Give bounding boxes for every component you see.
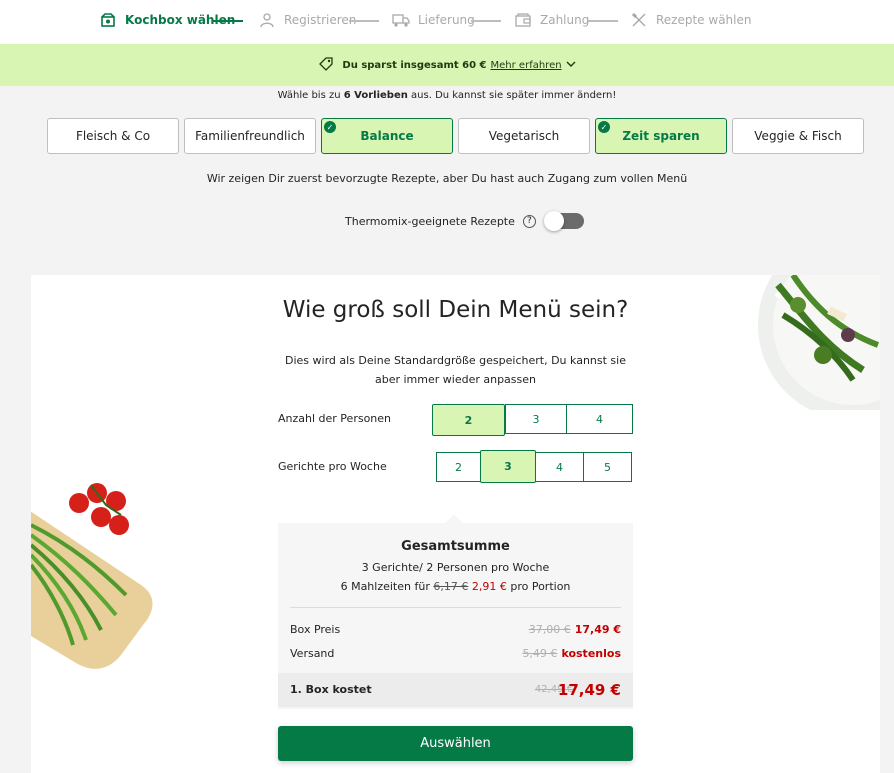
thermomix-toggle[interactable] (543, 211, 584, 231)
thermomix-row: Thermomix-geeignete Rezepte ? (345, 211, 584, 231)
menu-description: Dies wird als Deine Standardgröße gespei… (285, 354, 626, 386)
step-connector (471, 20, 501, 22)
option-label: 4 (556, 460, 563, 474)
shipping-label: Versand (290, 647, 335, 660)
total-row: 1. Box kostet 42,49 € 17,49 € (278, 673, 633, 707)
meals-option-4[interactable]: 4 (535, 452, 584, 482)
menu-size-card: Wie groß soll Dein Menü sein? Dies wird … (31, 275, 880, 773)
select-button[interactable]: Auswählen (278, 726, 633, 761)
step-registrieren: Registrieren (258, 11, 356, 29)
box-price-label: Box Preis (290, 623, 341, 636)
preferences-hint: Wähle bis zu 6 Vorlieben aus. Du kannst … (0, 90, 894, 101)
meals-label: Gerichte pro Woche (278, 460, 387, 473)
summary-line-1: 3 Gerichte/ 2 Personen pro Woche (361, 561, 550, 574)
option-label: 4 (596, 412, 603, 426)
pref-vegetarisch[interactable]: Vegetarisch (458, 118, 590, 154)
check-icon: ✓ (324, 121, 336, 133)
portion-suffix: pro Portion (506, 580, 571, 593)
pref-label: Familienfreundlich (195, 129, 305, 143)
pref-balance[interactable]: ✓ Balance (321, 118, 453, 154)
persons-option-3[interactable]: 3 (505, 404, 567, 434)
step-connector (588, 20, 618, 22)
portion-new-price: 2,91 € (471, 580, 507, 593)
persons-option-2[interactable]: 2 (432, 404, 505, 436)
step-label: Rezepte wählen (656, 13, 752, 27)
salad-plate-image (758, 275, 880, 410)
pref-familienfreundlich[interactable]: Familienfreundlich (184, 118, 316, 154)
meals-option-2[interactable]: 2 (436, 452, 481, 482)
help-icon[interactable]: ? (522, 214, 536, 228)
step-lieferung: Lieferung (392, 11, 475, 29)
meals-option-5[interactable]: 5 (583, 452, 632, 482)
box-icon (99, 11, 117, 29)
shipping-row: Versand 5,49 € kostenlos (290, 647, 621, 660)
option-label: 5 (604, 460, 611, 474)
preferences-subhint: Wir zeigen Dir zuerst bevorzugte Rezepte… (206, 172, 688, 185)
chevron-down-icon[interactable] (566, 60, 576, 71)
shipping-old-price: 5,49 € (522, 647, 558, 660)
option-label: 2 (464, 413, 473, 427)
option-label: 3 (532, 412, 540, 426)
price-summary: Gesamtsumme 3 Gerichte/ 2 Personen pro W… (278, 514, 633, 709)
pref-fleisch[interactable]: Fleisch & Co (47, 118, 179, 154)
user-icon (258, 11, 276, 29)
meals-option-3[interactable]: 3 (480, 450, 536, 483)
summary-title: Gesamtsumme (401, 539, 510, 554)
pref-label: Balance (360, 129, 414, 143)
green-beans-board-image (31, 483, 153, 669)
truck-icon (392, 11, 410, 29)
summary-notch (445, 514, 463, 532)
box-new-price: 17,49 € (574, 623, 621, 636)
pref-label: Veggie & Fisch (754, 129, 842, 143)
tag-icon (318, 56, 334, 75)
total-label: 1. Box kostet (290, 683, 372, 696)
check-icon: ✓ (598, 121, 610, 133)
hint-prefix: Wähle bis zu (277, 90, 344, 101)
pref-label: Zeit sparen (622, 129, 700, 143)
step-label: Zahlung (540, 13, 590, 27)
step-connector (213, 20, 243, 22)
option-label: 2 (455, 460, 462, 474)
persons-option-4[interactable]: 4 (566, 404, 633, 434)
step-label: Lieferung (418, 13, 475, 27)
portion-prefix: 6 Mahlzeiten für (340, 580, 434, 593)
box-old-price: 37,00 € (528, 623, 571, 636)
step-label: Registrieren (284, 13, 357, 27)
progress-stepper: Kochbox wählen Registrieren Lieferung Za… (0, 0, 894, 44)
step-connector (349, 20, 379, 22)
divider (290, 607, 621, 608)
hint-suffix: aus. Du kannst sie später immer ändern! (407, 90, 617, 101)
menu-title: Wie groß soll Dein Menü sein? (282, 297, 629, 323)
preference-chips: Fleisch & Co Familienfreundlich ✓ Balance… (47, 118, 864, 154)
cutlery-icon (630, 11, 648, 29)
toggle-knob (543, 211, 564, 231)
total-new-price: 17,49 € (557, 681, 621, 699)
thermomix-label: Thermomix-geeignete Rezepte (345, 214, 515, 228)
hint-bold: 6 Vorlieben (343, 90, 408, 101)
pref-label: Vegetarisch (488, 129, 560, 143)
promo-banner: Du sparst insgesamt 60 € Mehr erfahren (0, 44, 894, 86)
step-rezepte: Rezepte wählen (630, 11, 751, 29)
wallet-icon (514, 11, 532, 29)
step-zahlung: Zahlung (514, 11, 589, 29)
shipping-new-price: kostenlos (561, 647, 621, 660)
promo-text: Du sparst insgesamt 60 € (342, 59, 487, 71)
promo-more-link[interactable]: Mehr erfahren (491, 60, 562, 71)
pref-zeit-sparen[interactable]: ✓ Zeit sparen (595, 118, 727, 154)
pref-veggie-fisch[interactable]: Veggie & Fisch (732, 118, 864, 154)
option-label: 3 (504, 460, 512, 473)
pref-label: Fleisch & Co (75, 129, 151, 143)
portion-old-price: 6,17 € (433, 580, 469, 593)
summary-line-2: 6 Mahlzeiten für 6,17 € 2,91 € pro Porti… (278, 580, 633, 593)
persons-label: Anzahl der Personen (278, 412, 392, 425)
box-price-row: Box Preis 37,00 €17,49 € (290, 623, 621, 636)
